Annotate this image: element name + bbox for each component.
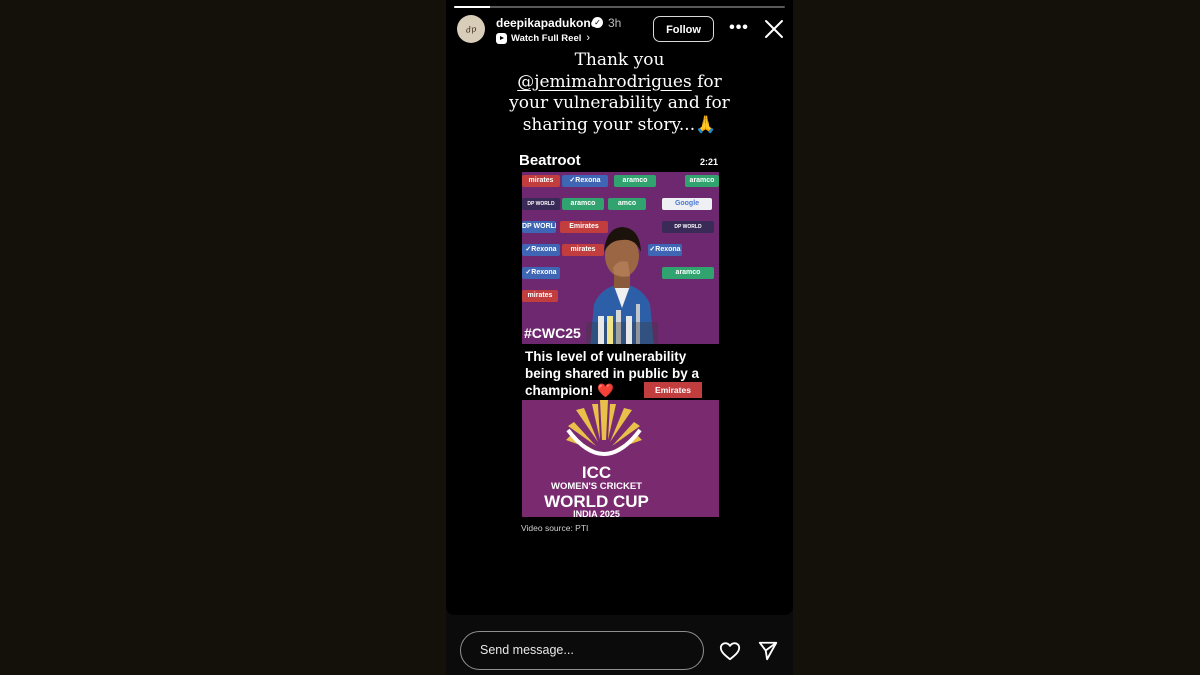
story-viewer: dp deepikapadukone ✓ 3h Watch Full Reel … xyxy=(446,0,793,675)
caption-line-4: sharing your story...🙏 xyxy=(522,114,717,135)
sponsor-tile: ✓Rexona xyxy=(522,267,560,279)
video-source-credit: Video source: PTI xyxy=(521,523,589,533)
story-progress-bar xyxy=(454,6,785,8)
sponsor-tile: ✓Rexona xyxy=(522,244,560,256)
icc-host-label: INDIA 2025 xyxy=(573,509,620,517)
mention-link[interactable]: @jemimahrodrigues xyxy=(517,72,692,92)
send-message-input[interactable]: Send message... xyxy=(460,631,704,670)
sponsor-tile: aramco xyxy=(562,198,604,210)
icc-world-cup-backdrop: ICC WOMEN'S CRICKET WORLD CUP INDIA 2025 xyxy=(522,400,719,517)
verified-badge-icon: ✓ xyxy=(592,17,603,28)
story-card[interactable]: dp deepikapadukone ✓ 3h Watch Full Reel … xyxy=(446,0,793,615)
avatar-logo: dp xyxy=(465,23,477,35)
icc-subtitle: WOMEN'S CRICKET xyxy=(551,481,642,492)
send-icon[interactable] xyxy=(757,640,779,662)
sponsor-tile: mirates xyxy=(522,290,558,302)
sponsor-tile: DP WORLD xyxy=(662,221,714,233)
sponsor-tile: aramco xyxy=(662,267,714,279)
sponsor-tile: ✓Rexona xyxy=(562,175,608,187)
embed-source-name: Beatroot xyxy=(519,152,581,169)
sponsor-tile: amco xyxy=(608,198,646,210)
caption-line-2: @jemimahrodrigues for xyxy=(486,72,753,94)
story-caption: Thank you @jemimahrodrigues for your vul… xyxy=(486,50,753,136)
post-time: 3h xyxy=(608,16,622,30)
video-duration: 2:21 xyxy=(700,157,719,167)
story-progress-fill xyxy=(454,6,491,8)
icc-title: ICC xyxy=(581,463,612,482)
sponsor-tile: mirates xyxy=(522,175,560,187)
more-icon[interactable]: ••• xyxy=(728,20,750,40)
chevron-right-icon: › xyxy=(586,32,591,44)
emirates-banner: Emirates xyxy=(644,382,702,398)
sponsor-tile: Google xyxy=(662,198,712,210)
close-icon[interactable] xyxy=(763,18,785,40)
sponsor-tile: aramco xyxy=(685,175,719,187)
caption-line-3: your vulnerability and for xyxy=(509,93,730,113)
caption-line-2-rest: for xyxy=(691,71,722,92)
watch-full-reel-link[interactable]: Watch Full Reel › xyxy=(496,31,590,45)
caption-line-1: Thank you xyxy=(574,50,665,70)
embedded-video[interactable]: mirates ✓Rexona aramco aramco DP WORLD aramco… xyxy=(522,172,719,517)
sponsor-tile: DP WORLD xyxy=(522,198,560,210)
sponsor-tile: DP WORLD xyxy=(522,221,556,233)
hashtag-label: #CWC25 xyxy=(524,325,581,341)
icc-trophy-logo xyxy=(566,400,642,456)
heart-icon[interactable] xyxy=(719,640,741,662)
follow-button[interactable]: Follow xyxy=(653,16,714,42)
speaker-image xyxy=(586,227,658,347)
profile-avatar[interactable]: dp xyxy=(457,15,485,43)
watch-full-reel-label: Watch Full Reel xyxy=(511,32,582,44)
heart-emoji: ❤️ xyxy=(597,383,614,398)
reel-icon xyxy=(496,32,507,44)
sponsor-tile: aramco xyxy=(614,175,656,187)
username-link[interactable]: deepikapadukone xyxy=(496,16,597,30)
